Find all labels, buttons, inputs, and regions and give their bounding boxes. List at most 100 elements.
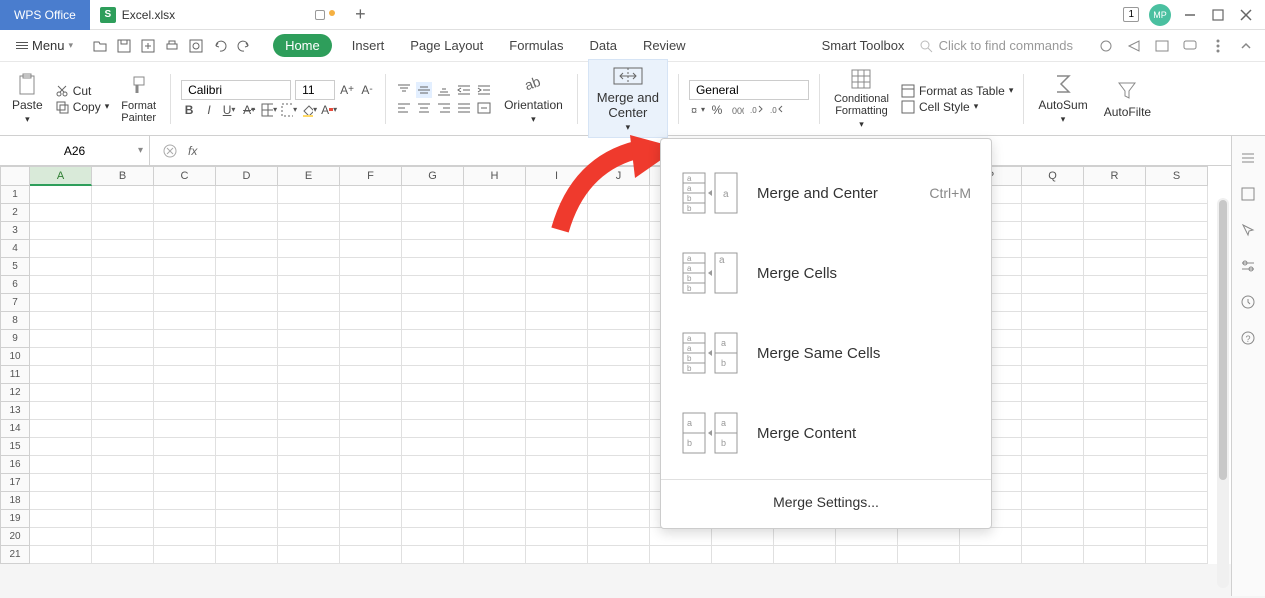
cell[interactable]: [526, 276, 588, 294]
cell[interactable]: [402, 312, 464, 330]
cell[interactable]: [712, 546, 774, 564]
strikethrough-icon[interactable]: A▾: [241, 102, 257, 118]
cell[interactable]: [340, 420, 402, 438]
cell[interactable]: [340, 528, 402, 546]
cell[interactable]: [526, 438, 588, 456]
cell[interactable]: [216, 276, 278, 294]
align-bottom-icon[interactable]: [436, 82, 452, 98]
cell[interactable]: [1022, 366, 1084, 384]
cell[interactable]: [340, 402, 402, 420]
new-tab-button[interactable]: +: [355, 4, 366, 25]
cell[interactable]: [1022, 258, 1084, 276]
cell[interactable]: [278, 528, 340, 546]
merge-and-center-item[interactable]: aabba Merge and Center Ctrl+M: [661, 153, 991, 233]
cell[interactable]: [588, 528, 650, 546]
font-color-icon[interactable]: A▾: [321, 102, 337, 118]
cell[interactable]: [1084, 186, 1146, 204]
column-header[interactable]: C: [154, 166, 216, 186]
column-header[interactable]: R: [1084, 166, 1146, 186]
cell[interactable]: [402, 474, 464, 492]
tab-home[interactable]: Home: [273, 34, 332, 57]
cell[interactable]: [402, 438, 464, 456]
cell[interactable]: [30, 420, 92, 438]
cell[interactable]: [278, 474, 340, 492]
cell[interactable]: [402, 222, 464, 240]
cell[interactable]: [588, 456, 650, 474]
cell[interactable]: [92, 492, 154, 510]
cell[interactable]: [402, 204, 464, 222]
cell[interactable]: [526, 456, 588, 474]
cell[interactable]: [464, 240, 526, 258]
merge-cells-item[interactable]: aabba Merge Cells: [661, 233, 991, 313]
cell[interactable]: [154, 240, 216, 258]
italic-icon[interactable]: I: [201, 102, 217, 118]
cell[interactable]: [588, 348, 650, 366]
cell[interactable]: [278, 402, 340, 420]
column-header[interactable]: B: [92, 166, 154, 186]
cell-style-icon[interactable]: ▾: [281, 102, 297, 118]
cell[interactable]: [30, 186, 92, 204]
cell[interactable]: [278, 438, 340, 456]
tab-smart-toolbox[interactable]: Smart Toolbox: [816, 34, 911, 57]
window-count-badge[interactable]: 1: [1123, 7, 1139, 22]
cell[interactable]: [526, 492, 588, 510]
cell[interactable]: [92, 510, 154, 528]
cell[interactable]: [30, 330, 92, 348]
cell[interactable]: [1022, 438, 1084, 456]
row-header[interactable]: 18: [0, 492, 30, 510]
justify-icon[interactable]: [456, 100, 472, 116]
cell[interactable]: [402, 384, 464, 402]
cell[interactable]: [526, 474, 588, 492]
cell[interactable]: [402, 510, 464, 528]
cell[interactable]: [588, 510, 650, 528]
cell[interactable]: [1084, 366, 1146, 384]
font-name-select[interactable]: [181, 80, 291, 100]
cell[interactable]: [464, 438, 526, 456]
paste-button[interactable]: Paste▾: [8, 70, 47, 127]
undo-icon[interactable]: [211, 37, 229, 55]
open-icon[interactable]: [91, 37, 109, 55]
row-header[interactable]: 17: [0, 474, 30, 492]
cell[interactable]: [278, 510, 340, 528]
cell[interactable]: [92, 312, 154, 330]
cell[interactable]: [1022, 240, 1084, 258]
maximize-button[interactable]: [1209, 6, 1227, 24]
cell[interactable]: [1146, 348, 1208, 366]
hamburger-sidebar-icon[interactable]: [1240, 150, 1258, 168]
cell[interactable]: [464, 204, 526, 222]
cell[interactable]: [216, 528, 278, 546]
cell[interactable]: [1084, 492, 1146, 510]
cell[interactable]: [340, 186, 402, 204]
column-header[interactable]: G: [402, 166, 464, 186]
cell[interactable]: [340, 330, 402, 348]
cancel-fx-icon[interactable]: [162, 143, 178, 159]
cell[interactable]: [340, 348, 402, 366]
wrap-text-icon[interactable]: [476, 100, 492, 116]
cell[interactable]: [1084, 348, 1146, 366]
cell[interactable]: [650, 546, 712, 564]
cell[interactable]: [30, 366, 92, 384]
decrease-decimal-icon[interactable]: .0: [769, 102, 785, 118]
cell[interactable]: [1084, 384, 1146, 402]
cell[interactable]: [92, 384, 154, 402]
cell[interactable]: [1022, 222, 1084, 240]
column-header[interactable]: E: [278, 166, 340, 186]
cell[interactable]: [402, 366, 464, 384]
row-header[interactable]: 10: [0, 348, 30, 366]
cell[interactable]: [836, 528, 898, 546]
collapse-ribbon-icon[interactable]: [1237, 37, 1255, 55]
currency-icon[interactable]: ¤▾: [689, 102, 705, 118]
format-painter-button[interactable]: Format Painter: [117, 72, 160, 126]
cell[interactable]: [1022, 294, 1084, 312]
decrease-indent-icon[interactable]: [456, 82, 472, 98]
cell[interactable]: [1146, 420, 1208, 438]
cell[interactable]: [1146, 456, 1208, 474]
cell[interactable]: [1084, 330, 1146, 348]
cell[interactable]: [1022, 276, 1084, 294]
cell[interactable]: [1022, 546, 1084, 564]
column-header[interactable]: H: [464, 166, 526, 186]
cell[interactable]: [960, 528, 1022, 546]
cell[interactable]: [30, 204, 92, 222]
cell[interactable]: [1146, 204, 1208, 222]
cell[interactable]: [1084, 474, 1146, 492]
